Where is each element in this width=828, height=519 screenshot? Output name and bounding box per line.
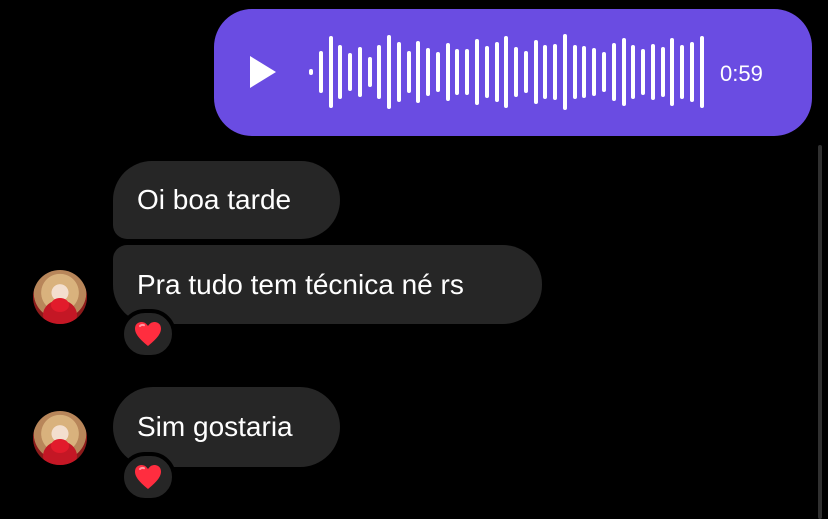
waveform-bar: [553, 44, 558, 100]
waveform-bar: [348, 53, 353, 91]
waveform-bar: [670, 38, 675, 106]
waveform-bar: [689, 41, 694, 103]
waveform-bar: [572, 44, 577, 100]
waveform-bar: [338, 45, 343, 99]
waveform-bar: [562, 33, 567, 111]
waveform-bar: [377, 44, 382, 100]
message-text: Oi boa tarde: [137, 184, 292, 215]
waveform-bar: [494, 42, 499, 102]
waveform-bar: [660, 47, 665, 97]
waveform-bar: [504, 35, 509, 109]
message-text: Sim gostaria: [137, 411, 293, 442]
waveform-bar: [621, 38, 626, 106]
message-bubble[interactable]: Oi boa tarde: [113, 161, 340, 239]
heart-reaction[interactable]: [120, 309, 176, 359]
waveform-bar: [514, 47, 519, 97]
waveform-bar: [328, 36, 333, 108]
heart-reaction[interactable]: [120, 452, 176, 502]
waveform-bar: [416, 40, 421, 104]
waveform-bar: [523, 50, 528, 94]
message-text: Pra tudo tem técnica né rs: [137, 269, 464, 300]
waveform-bar: [650, 43, 655, 101]
contact-avatar[interactable]: [33, 270, 87, 324]
waveform-bar: [533, 40, 538, 104]
waveform-bar: [484, 46, 489, 98]
heart-icon: [135, 465, 161, 489]
waveform-bar: [357, 47, 362, 97]
waveform-bar: [309, 68, 313, 76]
waveform-bar: [601, 51, 606, 93]
play-icon[interactable]: [250, 56, 276, 88]
waveform-bar: [387, 34, 392, 110]
waveform-bar: [475, 38, 480, 106]
waveform-bar: [631, 45, 636, 99]
waveform-bar: [592, 47, 597, 97]
voice-duration: 0:59: [720, 61, 763, 86]
waveform-bar: [367, 57, 372, 87]
waveform-bar: [582, 46, 587, 98]
waveform-bar: [699, 36, 704, 108]
waveform-bar: [680, 45, 685, 99]
waveform-bar: [543, 45, 548, 99]
waveform-bar: [641, 49, 646, 95]
waveform-bar: [406, 50, 411, 94]
contact-avatar[interactable]: [33, 411, 87, 465]
audio-waveform: [309, 33, 704, 111]
waveform-bar: [435, 52, 440, 92]
waveform-bar: [455, 49, 460, 95]
waveform-bar: [396, 42, 401, 102]
waveform-bar: [465, 48, 470, 96]
waveform-bar: [318, 50, 323, 94]
message-bubble[interactable]: Pra tudo tem técnica né rs: [113, 245, 542, 324]
heart-icon: [135, 322, 161, 346]
scrollbar[interactable]: [818, 145, 822, 519]
waveform-bar: [445, 43, 450, 101]
waveform-bar: [611, 43, 616, 101]
waveform-bar: [426, 47, 431, 97]
